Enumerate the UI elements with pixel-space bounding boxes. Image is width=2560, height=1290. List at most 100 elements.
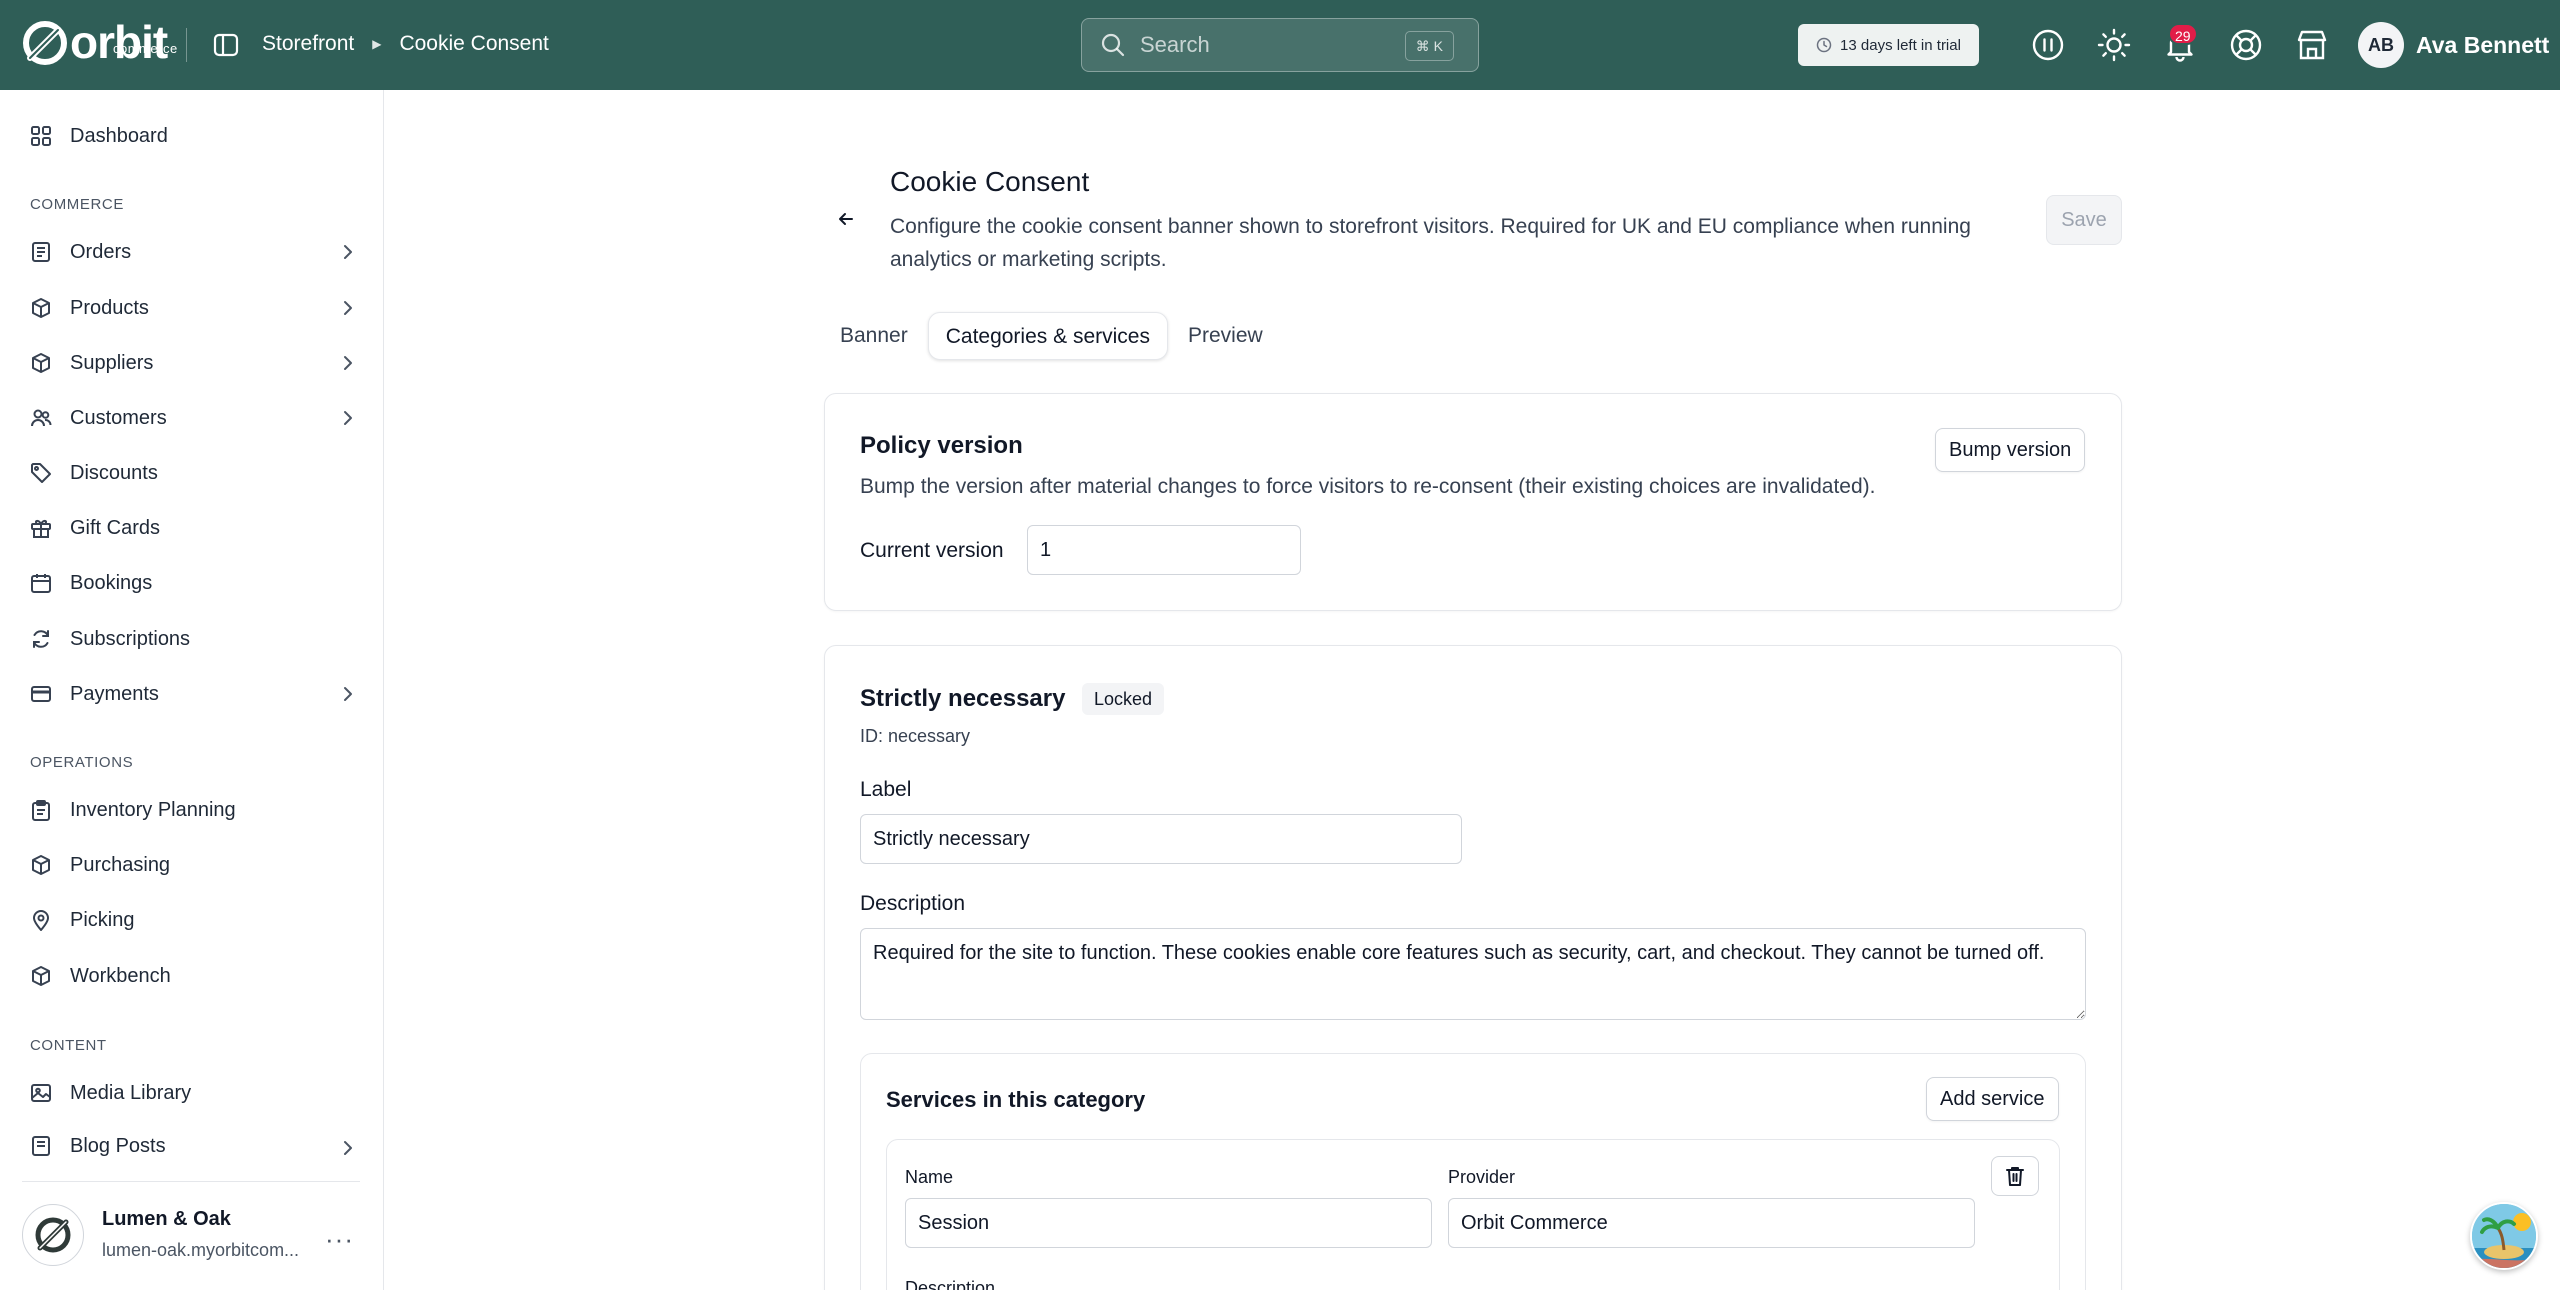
blog-icon (28, 1133, 54, 1159)
tab-categories-services[interactable]: Categories & services (927, 312, 1168, 360)
sidebar-item-suppliers[interactable]: Suppliers (28, 343, 358, 383)
topbar-divider (186, 28, 187, 62)
services-title: Services in this category (886, 1087, 1146, 1112)
category-title: Strictly necessary (860, 685, 1066, 712)
sidebar-item-bookings[interactable]: Bookings (28, 563, 358, 603)
refresh-icon (28, 626, 54, 652)
sidebar-item-payments[interactable]: Payments (28, 674, 358, 714)
sidebar-item-subscriptions[interactable]: Subscriptions (28, 619, 358, 659)
sidebar-item-discounts[interactable]: Discounts (28, 453, 358, 493)
add-service-button[interactable]: Add service (1926, 1077, 2059, 1121)
back-arrow-icon[interactable] (832, 205, 860, 233)
clipboard-icon (28, 797, 54, 823)
sidebar-divider (22, 1181, 360, 1182)
clock-icon (1816, 37, 1832, 53)
chevron-right-icon (344, 411, 352, 425)
breadcrumb-caret-icon: ▶ (372, 37, 382, 51)
sidebar-item-dashboard[interactable]: Dashboard (28, 116, 358, 156)
service-name-label: Name (905, 1167, 954, 1187)
trial-badge[interactable]: 13 days left in trial (1798, 24, 1979, 66)
sidebar-item-label: Bookings (70, 571, 153, 594)
save-button[interactable]: Save (2046, 195, 2122, 245)
sidebar-item-media-library[interactable]: Media Library (28, 1073, 358, 1113)
island-avatar-icon (2472, 1204, 2536, 1268)
tab-bar: Banner Categories & services Preview (826, 312, 1283, 360)
user-avatar[interactable]: AB (2358, 22, 2404, 68)
sidebar-item-gift-cards[interactable]: Gift Cards (28, 508, 358, 548)
sun-theme-icon[interactable] (2096, 27, 2132, 63)
service-name-input[interactable] (905, 1198, 1432, 1248)
sidebar-item-picking[interactable]: Picking (28, 900, 358, 940)
breadcrumb-storefront[interactable]: Storefront (262, 32, 354, 56)
service-provider-label: Provider (1448, 1167, 1516, 1187)
sidebar-item-label: Orders (70, 240, 132, 263)
sidebar-item-workbench[interactable]: Workbench (28, 956, 358, 996)
search-shortcut: ⌘ K (1404, 31, 1454, 61)
sidebar-item-label: Dashboard (70, 124, 168, 147)
delete-service-button[interactable] (1991, 1156, 2039, 1196)
service-provider-input[interactable] (1448, 1198, 1975, 1248)
gift-icon (28, 515, 54, 541)
tab-preview[interactable]: Preview (1174, 312, 1277, 360)
store-icon[interactable] (2294, 27, 2330, 63)
sidebar-item-label: Discounts (70, 461, 158, 484)
sidebar-item-label: Media Library (70, 1081, 192, 1104)
sidebar-toggle-icon[interactable] (212, 31, 240, 59)
sidebar-item-purchasing[interactable]: Purchasing (28, 845, 358, 885)
suppliers-box-icon (28, 350, 54, 376)
sidebar-item-label: Subscriptions (70, 627, 191, 650)
chevron-right-icon (344, 1141, 352, 1155)
sidebar-item-customers[interactable]: Customers (28, 398, 358, 438)
workbench-box-icon (28, 963, 54, 989)
sidebar-item-label: Inventory Planning (70, 798, 236, 821)
sidebar-item-label: Payments (70, 682, 159, 705)
current-version-input[interactable] (1027, 525, 1301, 575)
orders-icon (28, 239, 54, 265)
chevron-right-icon (344, 687, 352, 701)
policy-version-title: Policy version (860, 432, 1023, 459)
pause-circle-icon[interactable] (2030, 27, 2066, 63)
tab-banner[interactable]: Banner (826, 312, 922, 360)
policy-version-card (824, 393, 2122, 611)
brand-subtitle: commerce (113, 41, 178, 56)
sidebar-item-label: Picking (70, 908, 135, 931)
store-orbit-logo-icon (35, 1217, 71, 1253)
search-box[interactable]: ⌘ K (1081, 18, 1479, 72)
sidebar-item-blog-posts[interactable]: Blog Posts (28, 1128, 358, 1164)
sidebar-item-products[interactable]: Products (28, 288, 358, 328)
search-icon (1101, 33, 1125, 57)
store-name[interactable]: Lumen & Oak (102, 1208, 231, 1231)
breadcrumb-current: Cookie Consent (399, 32, 549, 55)
sidebar-item-label: Customers (70, 406, 167, 429)
image-icon (28, 1080, 54, 1106)
service-description-label: Description (905, 1278, 996, 1290)
bump-version-button[interactable]: Bump version (1935, 428, 2086, 472)
sidebar-item-label: Gift Cards (70, 516, 161, 539)
notification-count-badge: 29 (2168, 23, 2198, 45)
assistant-avatar[interactable] (2470, 1202, 2538, 1270)
trial-label: 13 days left in trial (1840, 36, 1961, 54)
sidebar-item-inventory-planning[interactable]: Inventory Planning (28, 790, 358, 830)
store-logo[interactable] (22, 1204, 84, 1266)
breadcrumb: Storefront ▶ Cookie Consent (262, 32, 549, 56)
sidebar-item-orders[interactable]: Orders (28, 232, 358, 272)
sidebar-item-label: Suppliers (70, 351, 154, 374)
user-name[interactable]: Ava Bennett (2416, 32, 2549, 59)
chevron-right-icon (344, 245, 352, 259)
category-label-label: Label (860, 778, 912, 801)
search-input[interactable] (1140, 32, 1400, 58)
category-description-label: Description (860, 892, 966, 915)
category-id: ID: necessary (860, 726, 971, 746)
category-description-textarea[interactable]: Required for the site to function. These… (860, 928, 2086, 1020)
page-title: Cookie Consent (890, 166, 1090, 197)
top-bar: orbit commerce Storefront ▶ Cookie Conse… (0, 0, 2560, 90)
category-label-input[interactable] (860, 814, 1462, 864)
policy-version-description: Bump the version after material changes … (860, 475, 1876, 498)
calendar-icon (28, 570, 54, 596)
tag-icon (28, 460, 54, 486)
help-lifebuoy-icon[interactable] (2228, 27, 2264, 63)
products-box-icon (28, 295, 54, 321)
section-operations: OPERATIONS (30, 754, 134, 771)
purchasing-box-icon (28, 852, 54, 878)
store-more-icon[interactable]: ··· (325, 1224, 354, 1255)
